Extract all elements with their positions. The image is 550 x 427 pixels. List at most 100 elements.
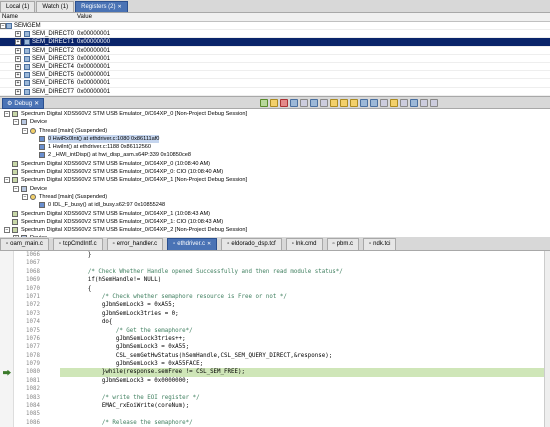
register-value[interactable]: 0x00000001 <box>77 71 110 79</box>
register-value[interactable]: 0x00000001 <box>77 47 110 55</box>
tab-registers-2[interactable]: Registers (2) ✕ <box>75 1 128 12</box>
register-row[interactable]: + SEM_DIRECT3 0x00000001 <box>0 55 550 63</box>
tab-debug[interactable]: ⚙ Debug ✕ <box>2 98 45 109</box>
code-line[interactable]: /* Get the semaphore*/ <box>60 327 550 335</box>
debug-tree-node[interactable]: − Device <box>0 185 550 193</box>
register-row[interactable]: + SEM_DIRECT1 0x00000000 <box>0 38 550 47</box>
register-value[interactable]: 0x00000001 <box>77 55 110 63</box>
step-return-icon[interactable] <box>350 99 358 107</box>
editor-scrollbar[interactable] <box>544 251 550 427</box>
debug-tree-node[interactable]: Spectrum Digital XDS560V2 STM USB Emulat… <box>0 210 550 218</box>
collapse-icon[interactable]: − <box>22 127 28 134</box>
close-icon[interactable]: ✕ <box>34 99 39 109</box>
restart-icon[interactable] <box>320 99 328 107</box>
debug-tree-node[interactable]: 0 IDL_F_busy() at idl_busy.s62:97 0x1085… <box>0 201 550 209</box>
code-line[interactable] <box>60 410 550 418</box>
register-row[interactable]: + SEM_DIRECT4 0x00000001 <box>0 63 550 72</box>
maximize-icon[interactable] <box>430 99 438 107</box>
connect-icon[interactable] <box>290 99 298 107</box>
editor-tab[interactable]: ▫ lnk.cmd <box>285 238 323 250</box>
debug-tree-node[interactable]: 2 _HWI_intDisp() at hwi_disp_asm.s64P:33… <box>0 151 550 159</box>
close-icon[interactable]: ✕ <box>117 2 121 13</box>
debug-tree-node[interactable]: − Spectrum Digital XDS560V2 STM USB Emula… <box>0 226 550 234</box>
editor-tab[interactable]: ▫ ndk.tci <box>363 238 397 250</box>
debug-tree-node[interactable]: 1 HwiInt() at ethdriver.c:1188 0x8611256… <box>0 143 550 151</box>
code-line[interactable] <box>60 385 550 393</box>
asm-step-into-icon[interactable] <box>360 99 368 107</box>
step-into-icon[interactable] <box>330 99 338 107</box>
register-group-row[interactable]: − SEMGEM <box>0 22 550 31</box>
column-header-name[interactable]: Name <box>2 14 18 20</box>
editor-tab[interactable]: ▫ oam_main.c <box>0 238 49 250</box>
disconnect-icon[interactable] <box>300 99 308 107</box>
expand-icon[interactable]: + <box>15 31 21 38</box>
collapse-icon[interactable]: − <box>13 119 19 126</box>
collapse-icon[interactable]: − <box>4 177 10 184</box>
register-row[interactable]: + SEM_DIRECT5 0x00000001 <box>0 71 550 80</box>
debug-tree-node[interactable]: − Spectrum Digital XDS560V2 STM USB Emula… <box>0 110 550 118</box>
asm-step-over-icon[interactable] <box>370 99 378 107</box>
expand-icon[interactable]: + <box>15 47 21 54</box>
expand-icon[interactable]: + <box>15 72 21 79</box>
suspend-icon[interactable] <box>270 99 278 107</box>
register-value[interactable]: 0x00000001 <box>77 88 110 96</box>
debug-tree-node[interactable]: 0 HwiRx0Int() at ethdriver.c:1080 0x8611… <box>0 134 550 143</box>
editor-tab[interactable]: ▫ ethdriver.c ✕ <box>167 238 218 250</box>
debug-tree-node[interactable]: − Thread [main] (Suspended) <box>0 127 550 135</box>
expand-icon[interactable]: + <box>15 63 21 70</box>
code-line[interactable]: } <box>60 251 550 259</box>
register-value[interactable]: 0x00000001 <box>77 63 110 71</box>
editor-tab[interactable]: ▫ error_handler.c <box>106 238 164 250</box>
resume-icon[interactable] <box>260 99 268 107</box>
debug-tree-node[interactable]: Spectrum Digital XDS560V2 STM USB Emulat… <box>0 218 550 226</box>
terminate-icon[interactable] <box>280 99 288 107</box>
collapse-icon[interactable]: − <box>22 193 28 200</box>
debug-tree-node[interactable]: Spectrum Digital XDS560V2 STM USB Emulat… <box>0 168 550 176</box>
editor-tab[interactable]: ▫ eldorado_dsp.tcf <box>221 238 282 250</box>
code-line[interactable]: /* Check whether semaphore resource is F… <box>60 293 550 301</box>
expand-icon[interactable]: + <box>15 39 21 46</box>
code-line[interactable]: }while(response.semFree != CSL_SEM_FREE)… <box>60 368 550 377</box>
code-line[interactable]: do{ <box>60 318 550 326</box>
code-line[interactable]: gJbmSemLock3 = 0xA55FACE; <box>60 360 550 368</box>
code-area[interactable]: } /* Check Whether Handle opened Success… <box>60 251 550 427</box>
close-icon[interactable]: ✕ <box>207 239 211 250</box>
register-value[interactable]: 0x00000000 <box>77 38 110 46</box>
debug-tree-node[interactable]: − Spectrum Digital XDS560V2 STM USB Emula… <box>0 176 550 184</box>
code-line[interactable]: gJbmSemLock3 = 0xA55; <box>60 343 550 351</box>
code-line[interactable]: gJbmSemLock3tries = 0; <box>60 310 550 318</box>
group-cores-icon[interactable] <box>400 99 408 107</box>
register-row[interactable]: + SEM_DIRECT0 0x00000001 <box>0 30 550 39</box>
view-menu-icon[interactable] <box>410 99 418 107</box>
code-line[interactable] <box>60 259 550 267</box>
restart-target-icon[interactable] <box>390 99 398 107</box>
step-over-icon[interactable] <box>340 99 348 107</box>
code-line[interactable]: /* Check Whether Handle opened Successfu… <box>60 268 550 276</box>
code-line[interactable]: CSL_semGetHwStatus(hSemHandle,CSL_SEM_QU… <box>60 352 550 360</box>
expand-icon[interactable]: + <box>15 88 21 95</box>
code-line[interactable]: gJbmSemLock3tries++; <box>60 335 550 343</box>
tab-registers-1[interactable]: Watch (1) <box>36 1 75 12</box>
collapse-icon[interactable]: − <box>4 227 10 234</box>
code-line[interactable]: /* Release the semaphore*/ <box>60 419 550 427</box>
column-header-value[interactable]: Value <box>77 14 92 20</box>
register-value[interactable]: 0x00000001 <box>77 30 110 38</box>
collapse-icon[interactable]: − <box>13 185 19 192</box>
editor-tab[interactable]: ▫ tcpCmdIntf.c <box>52 238 103 250</box>
debug-tree-node[interactable]: − Device <box>0 118 550 126</box>
code-line[interactable]: /* write the EOI register */ <box>60 394 550 402</box>
editor-tab[interactable]: ▫ pbm.c <box>326 238 359 250</box>
debug-tree-node[interactable]: Spectrum Digital XDS560V2 STM USB Emulat… <box>0 160 550 168</box>
code-line[interactable]: if(hSemHandle!= NULL) <box>60 276 550 284</box>
code-line[interactable]: gJbmSemLock3 = 0xA55; <box>60 301 550 309</box>
asm-step-return-icon[interactable] <box>380 99 388 107</box>
register-row[interactable]: + SEM_DIRECT6 0x00000001 <box>0 79 550 88</box>
editor-marker-ruler[interactable] <box>0 251 14 427</box>
register-row[interactable]: + SEM_DIRECT2 0x00000001 <box>0 47 550 55</box>
register-row[interactable]: + SEM_DIRECT7 0x00000001 <box>0 88 550 96</box>
minimize-icon[interactable] <box>420 99 428 107</box>
code-line[interactable]: gJbmSemLock3 = 0x0000000; <box>60 377 550 385</box>
expand-icon[interactable]: + <box>15 80 21 87</box>
reset-icon[interactable] <box>310 99 318 107</box>
debug-tree-node[interactable]: − Thread [main] (Suspended) <box>0 193 550 201</box>
